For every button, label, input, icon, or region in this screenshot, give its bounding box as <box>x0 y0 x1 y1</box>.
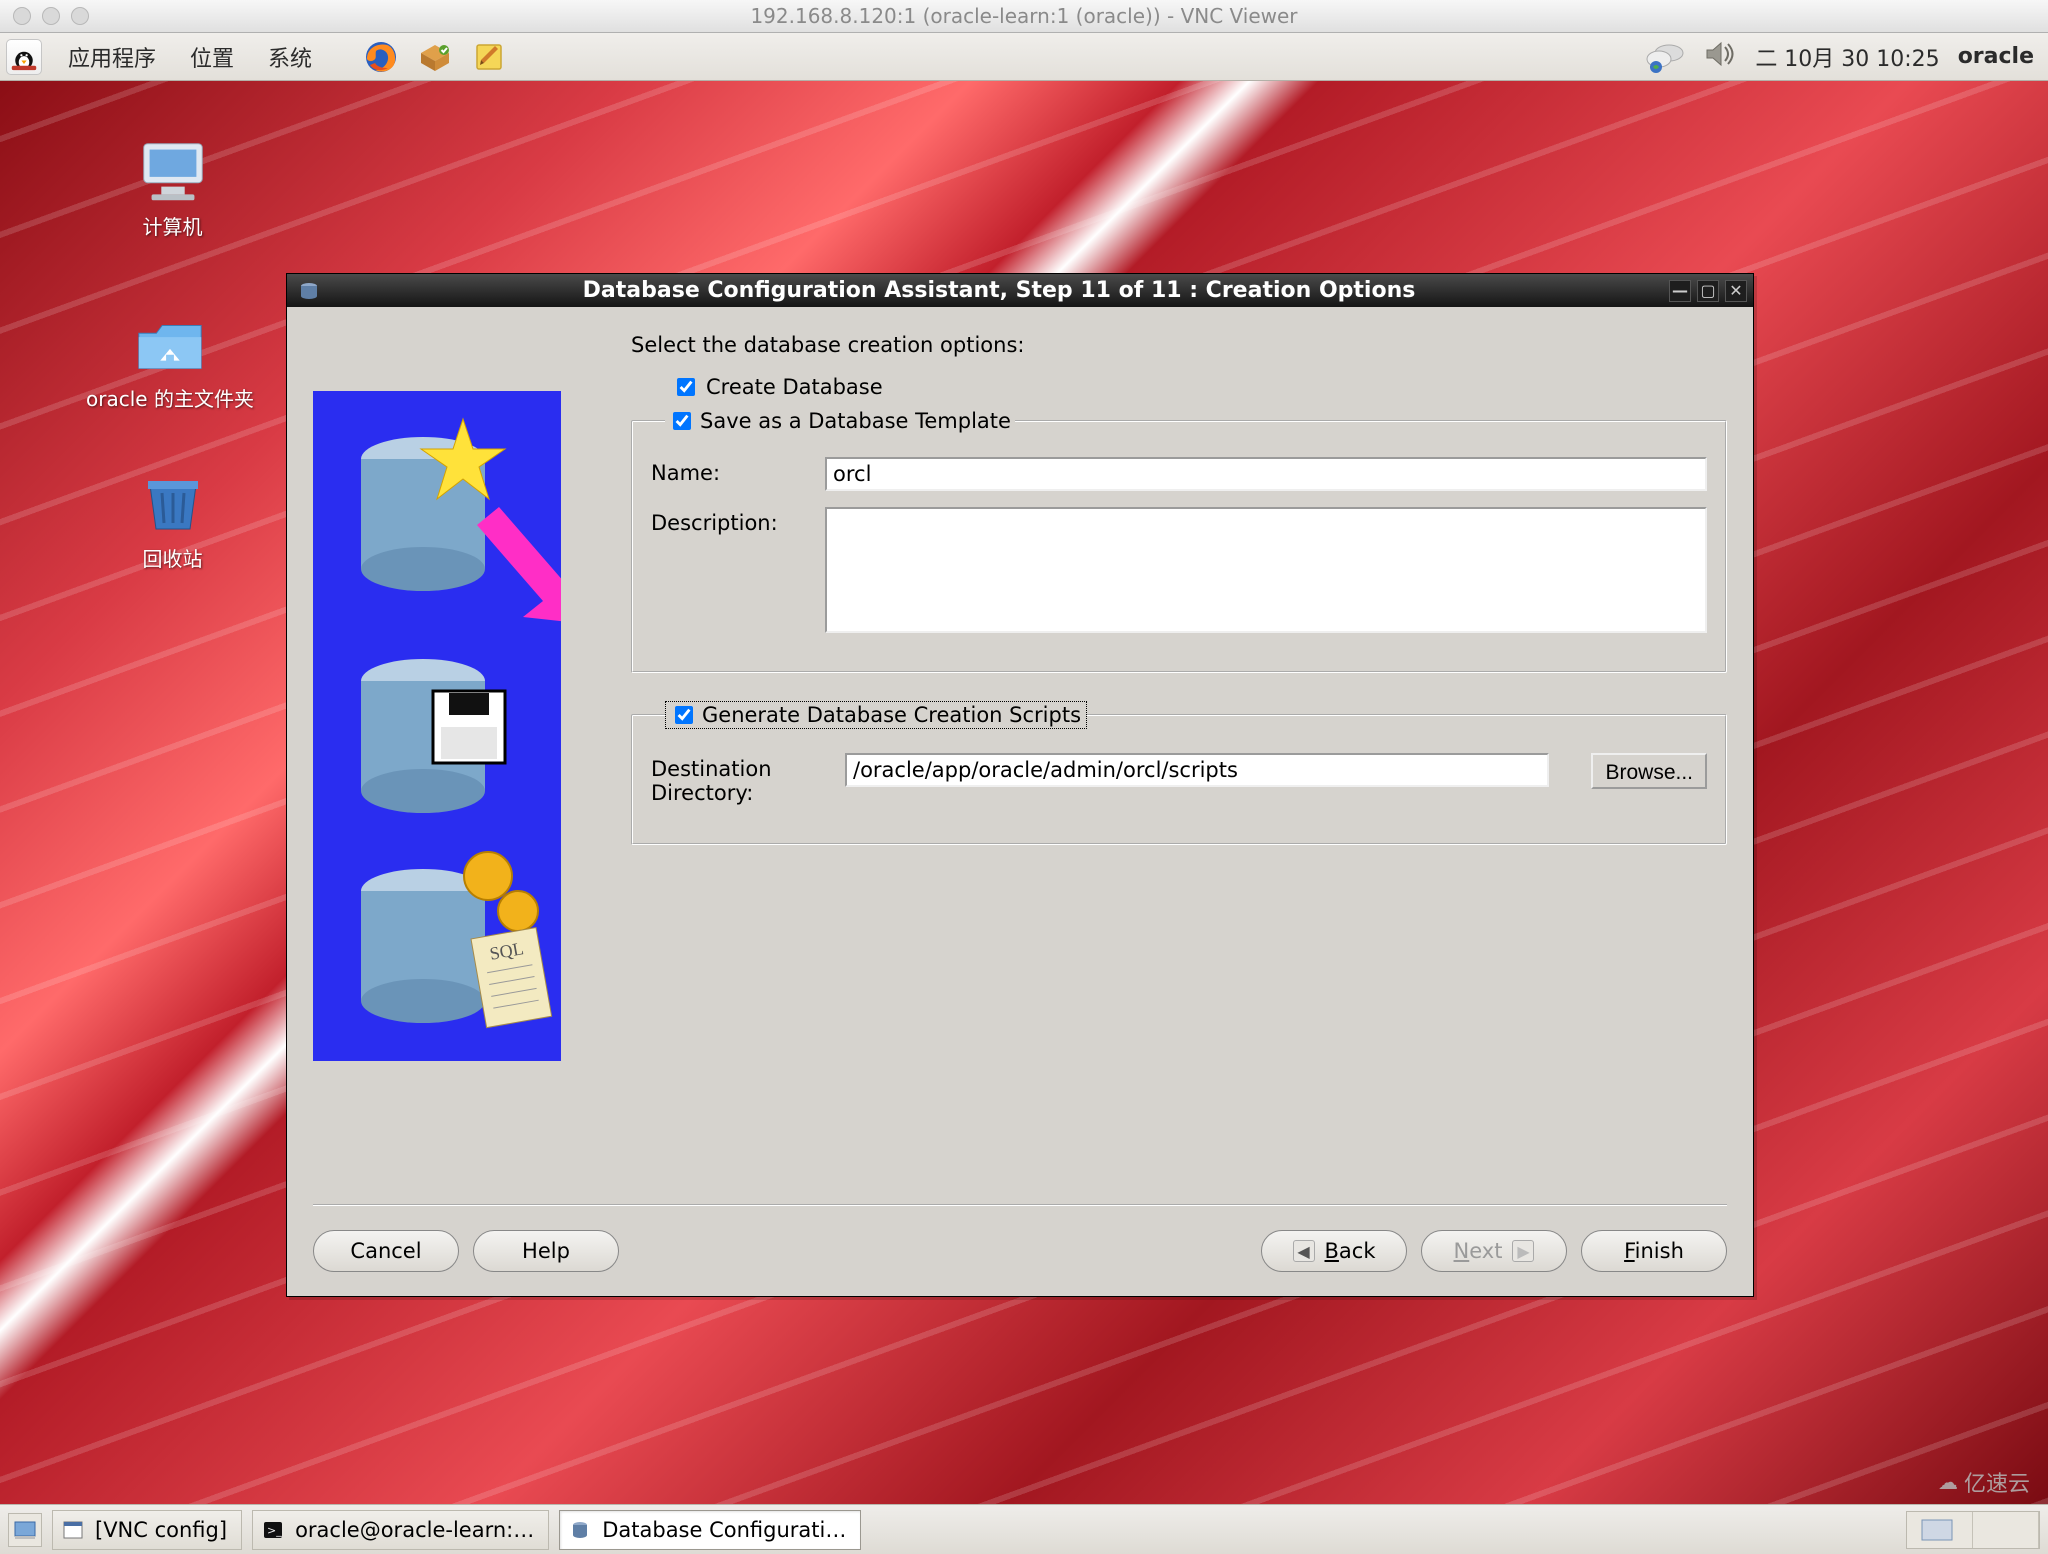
desktop[interactable]: 计算机 oracle 的主文件夹 回收站 Database Configurat… <box>0 81 2048 1504</box>
back-button[interactable]: ◀ Back <box>1261 1230 1407 1272</box>
mac-titlebar: 192.168.8.120:1 (oracle-learn:1 (oracle)… <box>0 0 2048 33</box>
save-template-checkbox[interactable] <box>673 412 691 430</box>
workspace-switcher[interactable] <box>1906 1511 2040 1549</box>
destination-label: Destination Directory: <box>651 753 821 805</box>
chevron-right-icon: ▶ <box>1512 1240 1534 1262</box>
taskbar-item-label: Database Configurati… <box>602 1518 846 1542</box>
menu-applications[interactable]: 应用程序 <box>60 38 164 76</box>
create-database-label: Create Database <box>706 375 883 399</box>
finish-button[interactable]: Finish <box>1581 1230 1727 1272</box>
workspace-1[interactable] <box>1907 1512 1973 1548</box>
generate-scripts-group: Generate Database Creation Scripts Desti… <box>631 701 1727 845</box>
dbca-app-icon <box>295 277 323 305</box>
mac-window-title: 192.168.8.120:1 (oracle-learn:1 (oracle)… <box>0 4 2048 28</box>
save-template-group: Save as a Database Template Name: Descri… <box>631 409 1727 673</box>
destination-directory-input[interactable] <box>845 753 1549 787</box>
help-button[interactable]: Help <box>473 1230 619 1272</box>
panel-user[interactable]: oracle <box>1958 44 2034 69</box>
computer-icon <box>134 139 212 205</box>
show-desktop-button[interactable] <box>8 1513 42 1547</box>
dbca-titlebar[interactable]: Database Configuration Assistant, Step 1… <box>287 274 1753 307</box>
browse-button[interactable]: Browse... <box>1591 753 1707 789</box>
instruction-text: Select the database creation options: <box>631 333 1727 357</box>
desktop-icon-home[interactable]: oracle 的主文件夹 <box>40 311 300 412</box>
desktop-icon-computer[interactable]: 计算机 <box>100 139 245 240</box>
desktop-icon-trash[interactable]: 回收站 <box>100 471 245 572</box>
cancel-button[interactable]: Cancel <box>313 1230 459 1272</box>
taskbar-item-terminal[interactable]: >_ oracle@oracle-learn:… <box>252 1510 549 1550</box>
description-label: Description: <box>651 507 801 535</box>
distro-menu-icon[interactable] <box>6 39 42 75</box>
wizard-sidebar-image: SQL <box>313 391 561 1061</box>
taskbar-item-dbca[interactable]: Database Configurati… <box>559 1510 861 1550</box>
close-button[interactable]: ✕ <box>1725 280 1747 302</box>
next-button: Next ▶ <box>1421 1230 1567 1272</box>
taskbar-item-label: [VNC config] <box>95 1518 227 1542</box>
vnc-viewport: 应用程序 位置 系统 二 10月 30 10: <box>0 33 2048 1554</box>
wizard-sidebar: SQL <box>313 333 561 1278</box>
window-icon <box>61 1518 85 1542</box>
svg-text:>_: >_ <box>267 1524 282 1537</box>
package-launcher-icon[interactable] <box>416 38 454 76</box>
name-label: Name: <box>651 457 801 485</box>
generate-scripts-checkbox[interactable] <box>675 706 693 724</box>
minimize-button[interactable]: — <box>1669 280 1691 302</box>
home-folder-icon <box>131 311 209 377</box>
gnome-top-panel: 应用程序 位置 系统 二 10月 30 10: <box>0 33 2048 81</box>
panel-clock[interactable]: 二 10月 30 10:25 <box>1755 41 1939 73</box>
firefox-launcher-icon[interactable] <box>362 38 400 76</box>
volume-icon[interactable] <box>1703 37 1737 77</box>
network-status-icon[interactable] <box>1645 39 1685 75</box>
taskbar-item-vnc[interactable]: [VNC config] <box>52 1510 242 1550</box>
trash-icon <box>134 471 212 537</box>
desktop-icon-label: 计算机 <box>100 211 245 240</box>
taskbar-item-label: oracle@oracle-learn:… <box>295 1518 534 1542</box>
dbca-icon <box>568 1518 592 1542</box>
workspace-2[interactable] <box>1973 1512 2039 1548</box>
gnome-bottom-panel: [VNC config] >_ oracle@oracle-learn:… Da… <box>0 1504 2048 1554</box>
generate-scripts-label: Generate Database Creation Scripts <box>702 703 1081 727</box>
notes-launcher-icon[interactable] <box>470 38 508 76</box>
desktop-icon-label: oracle 的主文件夹 <box>40 383 300 412</box>
menu-system[interactable]: 系统 <box>260 38 320 76</box>
desktop-icon-label: 回收站 <box>100 543 245 572</box>
template-name-input[interactable] <box>825 457 1707 491</box>
maximize-button[interactable]: ▢ <box>1697 280 1719 302</box>
wizard-footer: Cancel Help ◀ Back Next ▶ Finish <box>313 1204 1727 1272</box>
dbca-window: Database Configuration Assistant, Step 1… <box>286 273 1754 1297</box>
terminal-icon: >_ <box>261 1518 285 1542</box>
menu-places[interactable]: 位置 <box>182 38 242 76</box>
create-database-checkbox[interactable] <box>677 378 695 396</box>
save-template-label: Save as a Database Template <box>700 409 1011 433</box>
dbca-title: Database Configuration Assistant, Step 1… <box>329 278 1669 303</box>
template-description-input[interactable] <box>825 507 1707 633</box>
chevron-left-icon: ◀ <box>1293 1240 1315 1262</box>
